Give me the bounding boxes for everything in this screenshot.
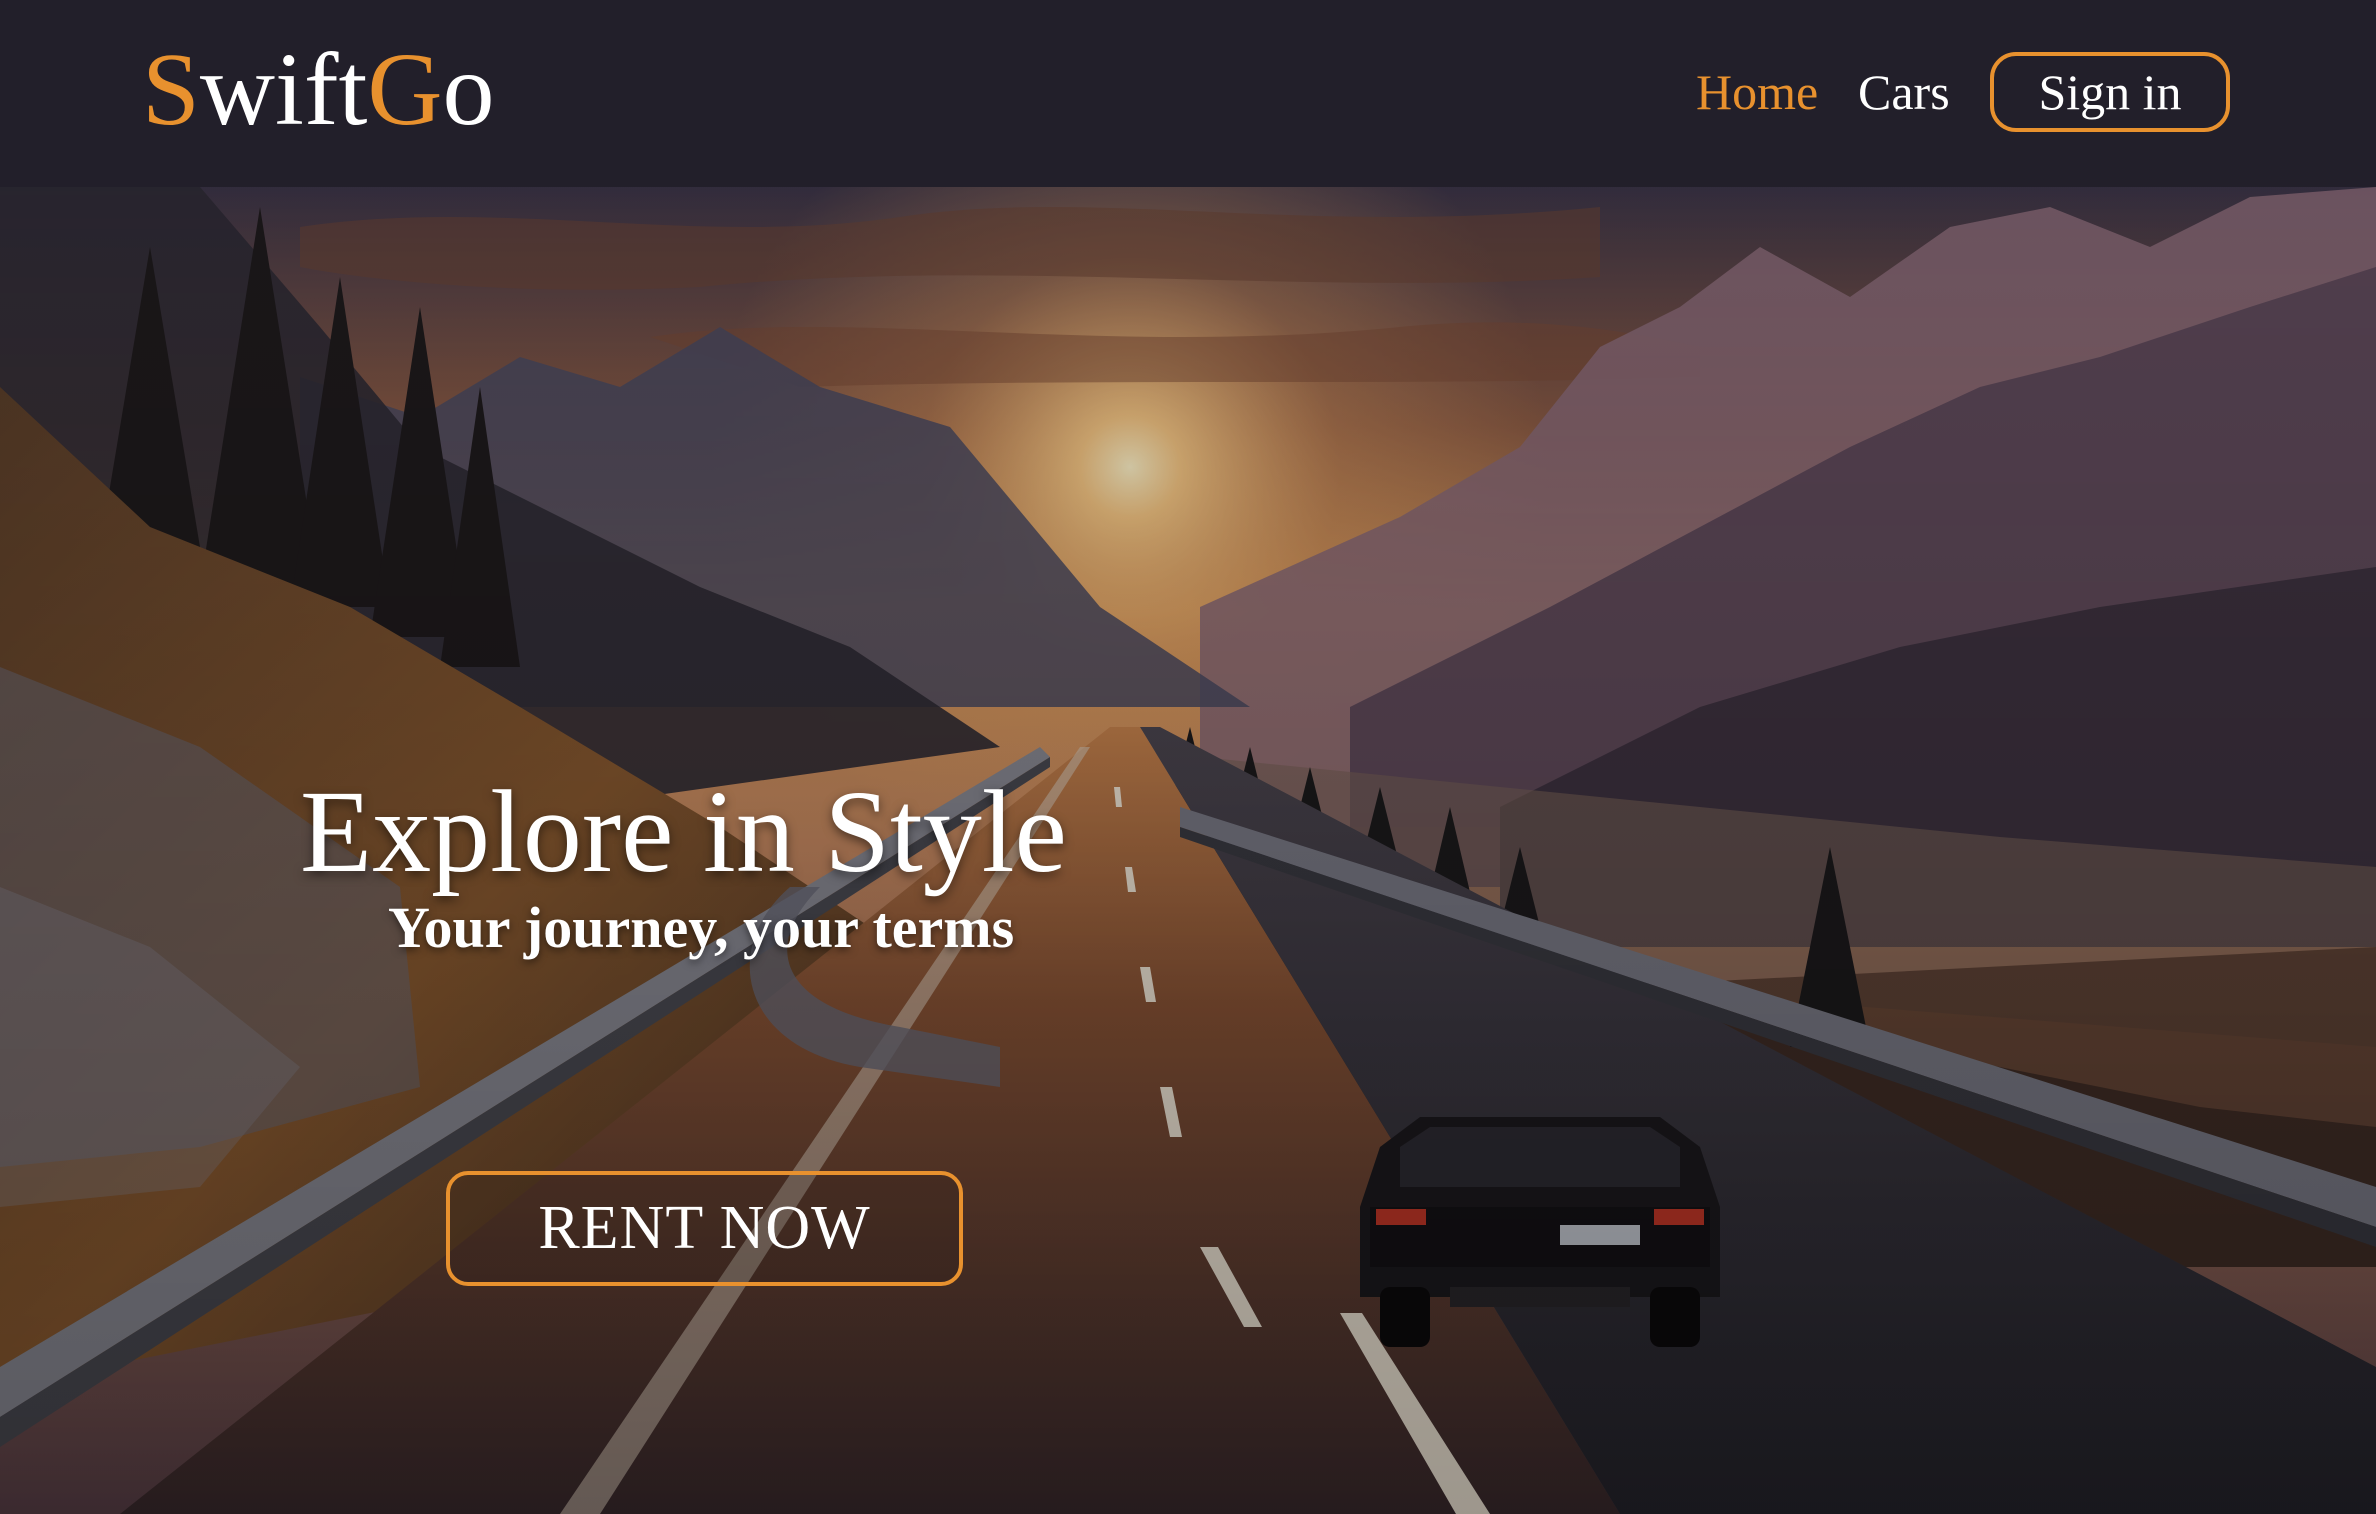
nav-link-cars[interactable]: Cars [1858, 62, 1950, 122]
brand-logo[interactable]: SwiftGo [142, 30, 494, 150]
logo-text-o: o [442, 32, 495, 147]
hero-title: Explore in Style [300, 766, 1067, 897]
hero-subtitle: Your journey, your terms [388, 895, 1015, 960]
hero-section: Explore in Style Your journey, your term… [0, 187, 2376, 1514]
nav-link-home[interactable]: Home [1696, 62, 1818, 122]
logo-text-wift: wift [199, 32, 368, 147]
navbar: SwiftGo Home Cars Sign in [0, 0, 2376, 187]
rent-now-button[interactable]: RENT NOW [446, 1171, 963, 1286]
sign-in-button[interactable]: Sign in [1990, 52, 2230, 132]
logo-letter-s: S [142, 32, 200, 147]
logo-letter-g: G [367, 32, 443, 147]
